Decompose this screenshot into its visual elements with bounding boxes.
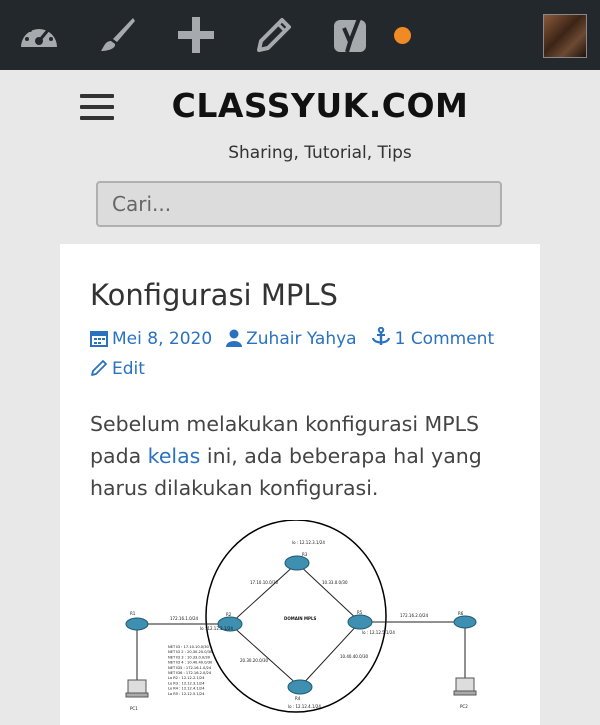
- anchor-icon: [371, 326, 390, 345]
- network-note: Lo R4 : 12.12.4.1/24: [168, 687, 205, 691]
- post-content: Sebelum melakukan konfigurasi MPLS pada …: [90, 408, 510, 504]
- network-note: NET ID 2 : 20.30.20.0/30: [168, 650, 213, 654]
- label-lo5: lo : 12.12.5.1/24: [362, 630, 395, 635]
- label-lo4: lo : 12.12.4.1/24: [288, 704, 321, 709]
- network-note: NET ID 4 : 10.40.40.0/30: [168, 661, 213, 665]
- site-tagline: Sharing, Tutorial, Tips: [228, 143, 412, 163]
- network-note: NET ID 3 : 10.33.0.0/30: [168, 655, 211, 659]
- user-icon: [226, 329, 243, 347]
- router-r1: [125, 617, 149, 631]
- label-r2: R2: [226, 612, 232, 617]
- new-plus-icon[interactable]: [174, 13, 218, 57]
- post-card: Konfigurasi MPLS Mei 8, 2020 Zuhair Yahya…: [60, 244, 540, 725]
- post-comments[interactable]: 1 Comment: [371, 326, 495, 349]
- network-note: Lo R3 : 12.12.3.1/24: [168, 681, 205, 685]
- site-title[interactable]: CLASSYUK.COM: [140, 86, 500, 125]
- search-input[interactable]: [96, 181, 502, 227]
- notification-dot: [394, 27, 411, 44]
- network-note: NET ID : 17.10.10.0/30: [168, 645, 210, 649]
- label-net-35: 10.33.0.0/30: [322, 580, 348, 585]
- label-domain: DOMAIN MPLS: [284, 616, 316, 621]
- label-net-24: 20.30.20.0/30: [240, 658, 269, 663]
- post-date[interactable]: Mei 8, 2020: [90, 329, 212, 349]
- network-note: Lo R2 : 12.12.2.1/24: [168, 676, 205, 680]
- router-r3: [284, 555, 310, 571]
- network-note: NET ID6 : 172.16.2.0/24: [168, 671, 212, 675]
- avatar[interactable]: [543, 14, 587, 58]
- customize-brush-icon[interactable]: [95, 13, 139, 57]
- label-lo3: lo : 12.12.3.1/24: [292, 540, 325, 545]
- post-date-text: Mei 8, 2020: [112, 329, 213, 349]
- label-net-23: 17.10.10.0/30: [250, 580, 279, 585]
- network-note: NET ID5 : 172.16.1.0/24: [168, 666, 212, 670]
- post-author[interactable]: Zuhair Yahya: [226, 329, 357, 349]
- mpls-topology-diagram: lo : 12.12.3.1/24 R3 17.10.10.0/30 10.33…: [125, 520, 477, 713]
- yoast-seo-icon[interactable]: [330, 13, 374, 57]
- router-r5: [347, 614, 373, 630]
- label-net-r1r2: 172.16.1.0/24: [170, 616, 199, 621]
- network-notes: NET ID : 17.10.10.0/30NET ID 2 : 20.30.2…: [168, 645, 213, 696]
- edit-pencil-icon[interactable]: [252, 13, 296, 57]
- pc2-icon: [453, 677, 477, 696]
- label-r6: R6: [458, 611, 464, 616]
- post-edit-link[interactable]: Edit: [90, 359, 145, 379]
- dashboard-icon[interactable]: [17, 13, 61, 57]
- admin-bar: [0, 0, 600, 70]
- label-net-r5r6: 172.16.2.0/24: [400, 613, 429, 618]
- router-r4: [287, 679, 313, 695]
- label-pc1: PC1: [130, 706, 138, 711]
- post-edit-text: Edit: [112, 359, 145, 379]
- label-r5: R5: [357, 610, 363, 615]
- post-comments-text: 1 Comment: [394, 329, 495, 349]
- router-r6: [453, 615, 477, 629]
- label-r1: R1: [130, 611, 136, 616]
- label-r3: R3: [302, 552, 308, 557]
- calendar-icon: [90, 331, 108, 347]
- post-author-text: Zuhair Yahya: [246, 329, 357, 349]
- network-note: Lo R5 : 12.12.5.1/24: [168, 692, 205, 696]
- edit-pencil-icon: [91, 360, 107, 376]
- post-meta: Mei 8, 2020 Zuhair Yahya 1 Comment Edit: [90, 324, 510, 384]
- label-pc2: PC2: [460, 704, 468, 709]
- label-lo2: lo : 12.12.2.1/24: [200, 626, 233, 631]
- label-net-45: 10.40.40.0/30: [340, 654, 369, 659]
- post-title[interactable]: Konfigurasi MPLS: [90, 278, 338, 312]
- label-r4: R4: [295, 696, 301, 701]
- kelas-link[interactable]: kelas: [148, 444, 201, 468]
- menu-toggle-icon[interactable]: [80, 94, 114, 124]
- pc1-icon: [125, 679, 149, 698]
